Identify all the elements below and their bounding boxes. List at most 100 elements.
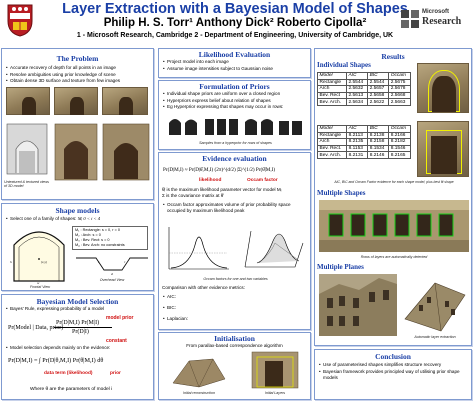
initialisation-heading: Initialisation bbox=[214, 334, 255, 343]
table-cell: 2.5663 bbox=[388, 98, 411, 106]
shape-models-bullet: Select one of a family of shapes: Mᵢ 0 <… bbox=[5, 216, 150, 223]
conclusion-bullet: Use of parameterised shapes simplifies s… bbox=[318, 362, 468, 369]
occam-factor-plots bbox=[168, 227, 304, 270]
table-row-best: Arch 2.5632 2.5657 2.5678 bbox=[317, 85, 411, 93]
table-cell: 8.2165 bbox=[388, 151, 411, 159]
poster-title: Layer Extraction with a Bayesian Model o… bbox=[62, 1, 408, 17]
shape-models-heading: Shape models bbox=[55, 206, 100, 215]
results-heading: Results bbox=[381, 52, 405, 61]
table-cell: Bev. Rect bbox=[317, 91, 347, 100]
likelihood-label: likelihood bbox=[199, 178, 222, 183]
likelihood-heading: Likelihood Evaluation bbox=[198, 50, 271, 59]
table-cell: 2.5675 bbox=[388, 78, 411, 87]
initialisation-text: From parallax-based correspondence algor… bbox=[186, 343, 283, 348]
table-cell: 8.2135 bbox=[346, 138, 369, 146]
table-header: BIC bbox=[367, 125, 390, 133]
table-cell: 2.5657 bbox=[367, 85, 390, 93]
likelihood-section: Likelihood Evaluation Project model into… bbox=[158, 48, 311, 78]
evidence-compare-text: Comparison with other evidence metrics: bbox=[162, 285, 245, 290]
logo-word-research: Research bbox=[422, 16, 462, 27]
table-cell: 2.5678 bbox=[388, 85, 411, 93]
best-fit-bevel-photo bbox=[417, 121, 469, 177]
poster-affiliation: 1 - Microsoft Research, Cambridge 2 - De… bbox=[76, 32, 394, 39]
table-cell: Bev. Rect. bbox=[316, 144, 348, 153]
table-cell: 8.2166 bbox=[388, 131, 411, 140]
layer-extraction-3d-render bbox=[401, 279, 469, 333]
table-header-row: Model AIC BIC Occam bbox=[317, 72, 411, 80]
multiple-shapes-photo bbox=[319, 200, 469, 252]
table-cell: 8.2138 bbox=[367, 131, 390, 140]
results-table-1: Model AIC BIC Occam Rectangle 2.5544 2.5… bbox=[317, 72, 411, 106]
param-label: r bbox=[124, 260, 126, 264]
priors-bullet: Eg Hyperprior expressing that shapes may… bbox=[162, 104, 307, 111]
college-facade-photo bbox=[102, 87, 148, 115]
problem-bullet: Accurate recovery of depth for all point… bbox=[5, 65, 150, 72]
table-cell: 2.5634 bbox=[345, 98, 369, 106]
untextured-model-image bbox=[6, 123, 48, 175]
column-middle: Likelihood Evaluation Project model into… bbox=[158, 46, 311, 400]
evidence-integral: Pr(D|M,I) = ∫ Pr(D|θ,M,I) Pr(θ|M,I) dθ bbox=[8, 357, 104, 364]
table-cell: Rectangle bbox=[316, 131, 348, 140]
problem-bullet: Resolve ambiguities using prior knowledg… bbox=[5, 72, 150, 79]
planes-caption: Automatic layer extraction bbox=[414, 335, 456, 339]
individual-shapes-heading: Individual Shapes bbox=[317, 61, 371, 69]
problem-heading: The Problem bbox=[56, 54, 99, 63]
table-row: Bev. Arch. 8.2131 8.2146 8.2165 bbox=[316, 151, 411, 159]
problem-section: The Problem Accurate recovery of depth f… bbox=[1, 48, 154, 200]
shape-models-section: Shape models Select one of a family of s… bbox=[1, 203, 154, 291]
problem-caption: Untextured & textured views of 3D model bbox=[4, 180, 49, 189]
overhead-view-diagram: d s r bbox=[76, 257, 148, 276]
poster-authors: Philip H. S. Torr¹ Anthony Dick² Roberto… bbox=[103, 17, 367, 29]
table-header: Model bbox=[317, 72, 347, 80]
param-label: h bbox=[10, 260, 12, 264]
posterior-term: Pr(Model | Data, prior) bbox=[8, 325, 64, 331]
table-cell: Arch bbox=[316, 138, 348, 146]
microsoft-research-logo: Microsoft Research bbox=[398, 6, 470, 36]
multiple-shapes-caption: Rows of layers are automatically detecte… bbox=[360, 255, 428, 259]
bms-heading: Bayesian Model Selection bbox=[36, 297, 119, 306]
parameters-note: Where θ are the parameters of model i bbox=[30, 387, 113, 392]
table-cell: 8.2158 bbox=[367, 138, 390, 146]
table-row: Bev. Rect 2.5613 2.5658 2.5668 bbox=[317, 91, 411, 100]
table-row: Arch 8.2135 8.2158 8.2182 bbox=[316, 138, 411, 146]
occam-caption: Occam factors for one and two variables bbox=[203, 277, 268, 281]
bayes-denominator: Pr(D|I) bbox=[72, 329, 89, 335]
table-cell: 2.5544 bbox=[345, 78, 369, 87]
priors-section: Formulation of Priors Individual shape p… bbox=[158, 80, 311, 150]
table-cell: Arch bbox=[317, 85, 347, 93]
conclusion-bullet: Bayesian framework provides principled w… bbox=[318, 369, 468, 382]
data-term-label: data term (likelihood) bbox=[44, 371, 93, 376]
multiple-shapes-heading: Multiple Shapes bbox=[317, 189, 366, 197]
table-row: Bev. Arch. 2.5634 2.5622 2.5663 bbox=[317, 98, 411, 106]
initialisation-section: Initialisation From parallax-based corre… bbox=[158, 332, 311, 400]
evidence-approximation: Pr(D|M,I) ≈ Pr(D|θ̂,M,I) (2π)^(d/2) |Σ|^… bbox=[163, 167, 276, 173]
table-header: AIC bbox=[346, 125, 369, 133]
prior-label: prior bbox=[110, 371, 121, 376]
frontal-view-diagram: (x,y) w h bbox=[10, 231, 65, 285]
likelihood-bullet: Project model into each image bbox=[162, 59, 307, 66]
bayesian-model-selection-section: Bayesian Model Selection Bayes' Rule, ex… bbox=[1, 294, 154, 400]
table-cell: 2.5668 bbox=[388, 91, 411, 100]
college-facade-photo bbox=[54, 87, 98, 115]
table-cell: 2.5544 bbox=[367, 78, 390, 87]
table-row: Rectangle 8.2113 8.2138 8.2166 bbox=[316, 131, 411, 140]
priors-caption: Samples from a hyperprior for rows of sh… bbox=[199, 141, 272, 145]
microsoft-logo-icon bbox=[401, 10, 419, 28]
table-cell: Rectangle bbox=[317, 78, 347, 87]
bms-bullet: Bayes' Rule, expressing probability of a… bbox=[5, 306, 150, 313]
table-cell: 2.5622 bbox=[367, 98, 390, 106]
table-row: Rectangle 2.5544 2.5544 2.5675 bbox=[317, 78, 411, 87]
logo-word-microsoft: Microsoft bbox=[422, 9, 449, 15]
initial-reconstruction-caption: Initial reconstruction bbox=[183, 391, 215, 395]
table-cell: 8.2131 bbox=[346, 151, 369, 159]
frontal-view-label: Frontal View bbox=[30, 285, 50, 289]
conclusion-section: Conclusion Use of parameterised shapes s… bbox=[314, 349, 472, 400]
model-legend-item: M₄ : Bev. Arch: no constraints bbox=[75, 243, 125, 247]
metric-bic: BIC: bbox=[162, 305, 310, 312]
table-cell: 2.5632 bbox=[345, 85, 369, 93]
initial-reconstruction-image bbox=[169, 353, 229, 389]
priors-bullet: Individual shape priors are uniform over… bbox=[162, 91, 307, 98]
best-fit-arch-photo bbox=[417, 63, 469, 113]
shape-models-bullet-text: Select one of a family of shapes: bbox=[10, 216, 77, 221]
textured-model-image bbox=[54, 123, 98, 181]
